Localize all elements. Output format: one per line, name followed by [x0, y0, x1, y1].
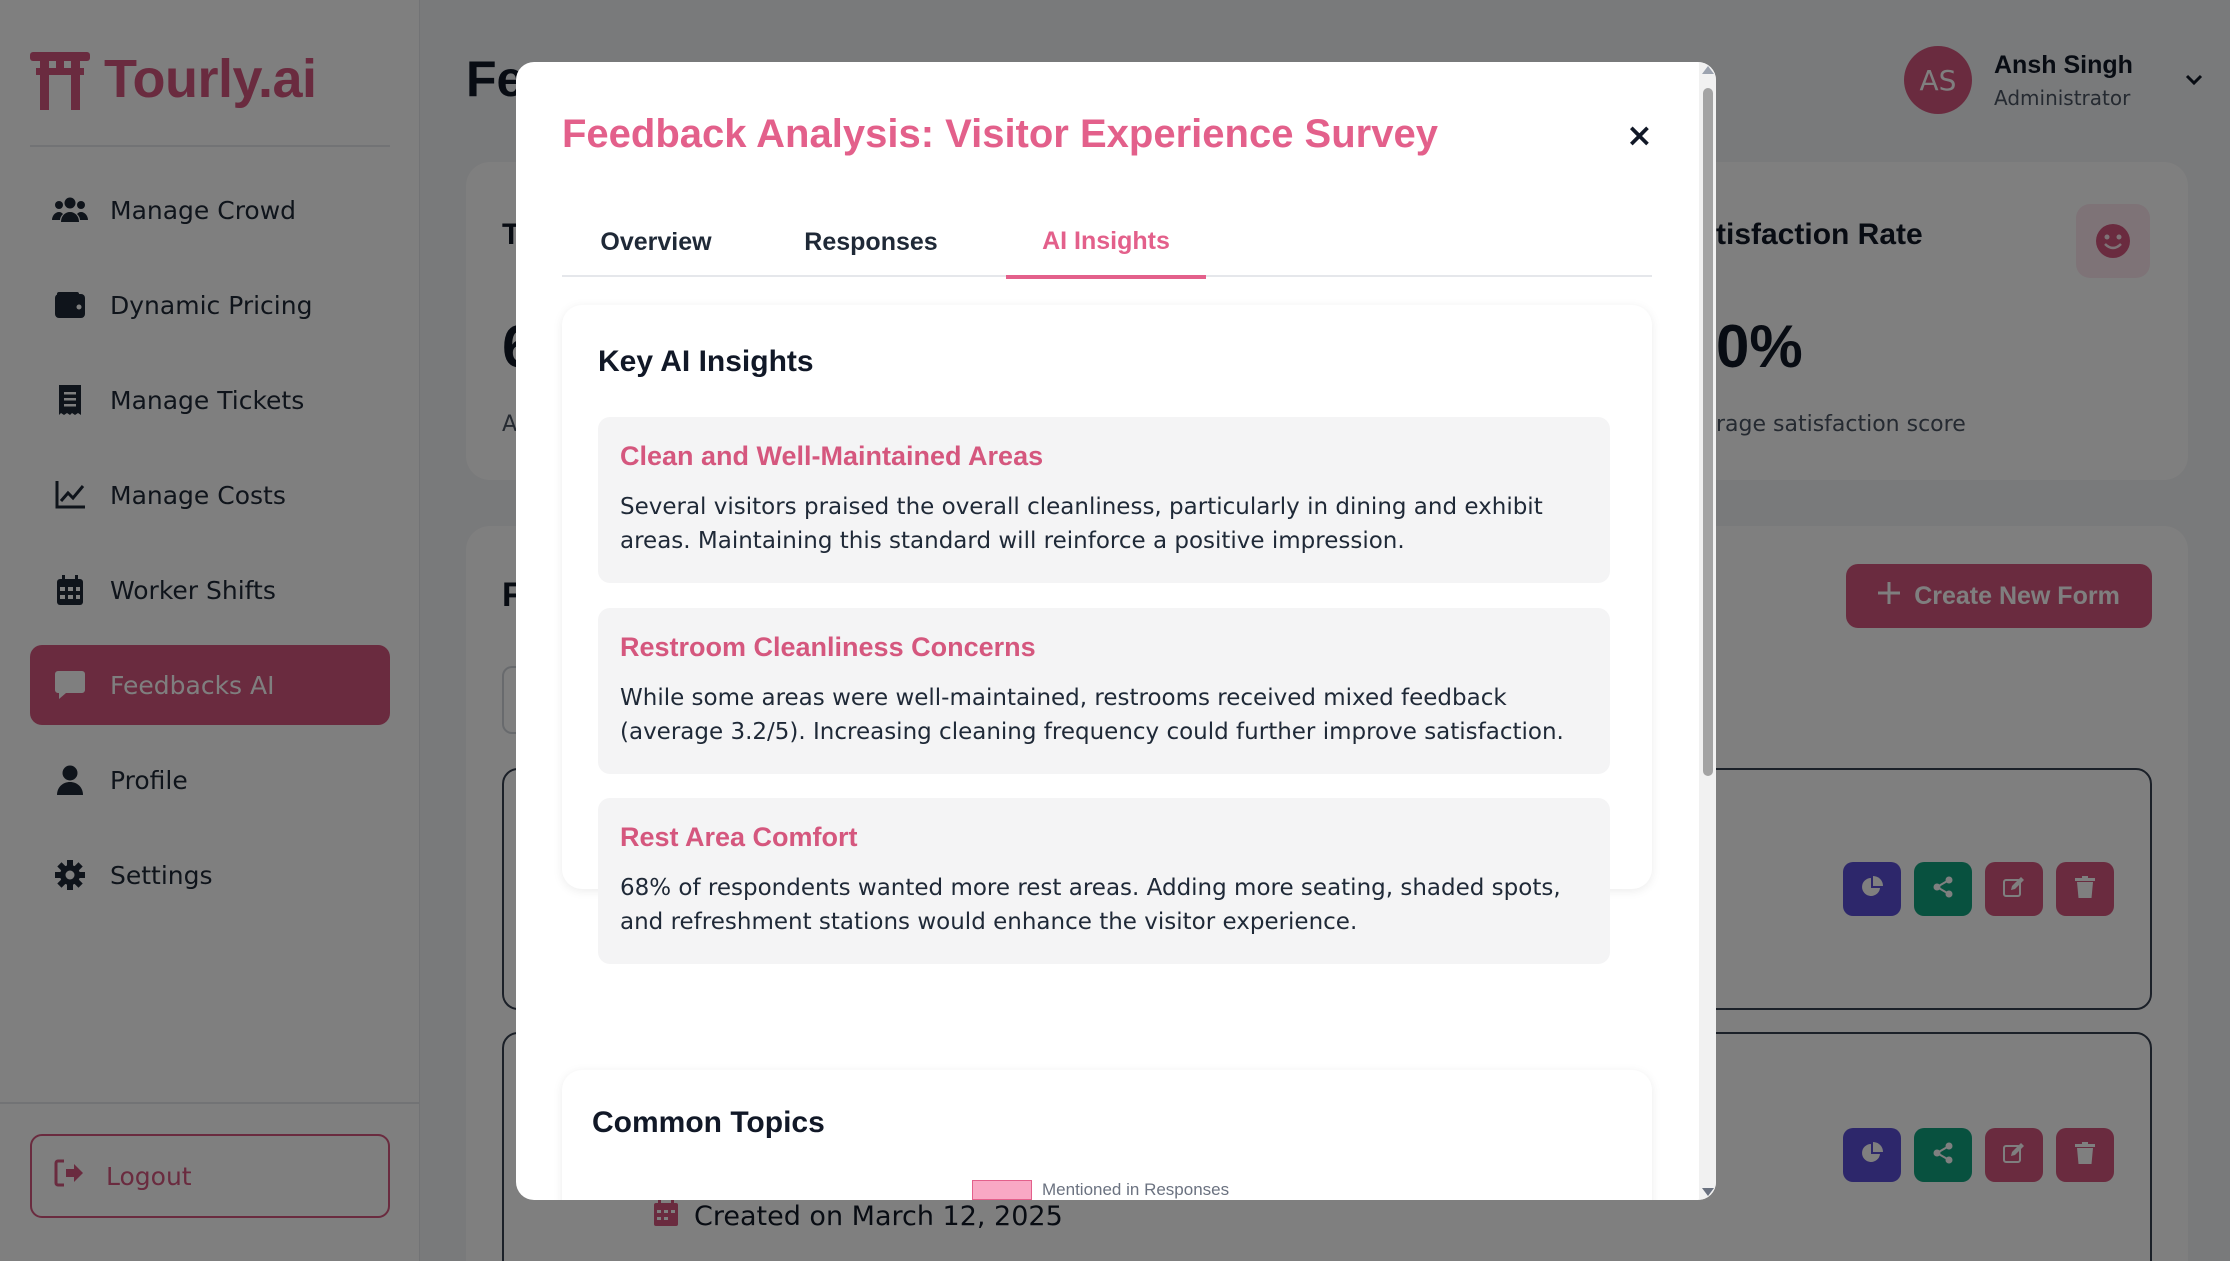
scroll-up-arrow-icon[interactable] [1702, 66, 1714, 74]
insights-heading: Key AI Insights [598, 345, 814, 378]
tab-ai-insights[interactable]: AI Insights [1006, 207, 1206, 279]
feedback-analysis-modal: Feedback Analysis: Visitor Experience Su… [516, 62, 1716, 1200]
modal-scrollbar[interactable] [1699, 62, 1716, 1200]
scroll-thumb[interactable] [1703, 88, 1713, 776]
scroll-down-arrow-icon[interactable] [1702, 1188, 1714, 1196]
insight-item: Restroom Cleanliness Concerns While some… [598, 608, 1610, 774]
insight-title: Rest Area Comfort [620, 822, 858, 852]
key-insights-card: Key AI Insights Clean and Well-Maintaine… [562, 305, 1652, 964]
insight-body: 68% of respondents wanted more rest area… [620, 875, 1561, 935]
modal-tabs: Overview Responses AI Insights [562, 207, 1652, 279]
legend-label: Mentioned in Responses [1042, 1180, 1230, 1199]
tab-overview[interactable]: Overview [562, 207, 750, 277]
tab-responses[interactable]: Responses [750, 207, 992, 277]
insight-body: While some areas were well-maintained, r… [620, 685, 1564, 745]
insight-item: Clean and Well-Maintained Areas Several … [598, 417, 1610, 583]
topics-heading: Common Topics [592, 1106, 825, 1139]
close-button[interactable]: × [1626, 116, 1653, 154]
legend-swatch [972, 1180, 1032, 1200]
insight-title: Clean and Well-Maintained Areas [620, 441, 1044, 471]
modal-title: Feedback Analysis: Visitor Experience Su… [562, 112, 1438, 156]
insight-body: Several visitors praised the overall cle… [620, 494, 1543, 554]
chart-legend: Mentioned in Responses [972, 1180, 1229, 1200]
common-topics-card: Common Topics Mentioned in Responses [562, 1070, 1652, 1200]
insight-title: Restroom Cleanliness Concerns [620, 632, 1036, 662]
insight-item: Rest Area Comfort 68% of respondents wan… [598, 798, 1610, 964]
